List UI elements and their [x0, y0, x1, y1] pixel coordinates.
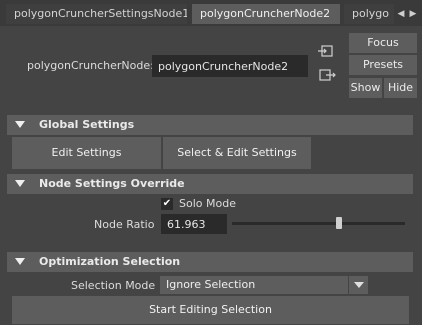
tab-truncated[interactable]: polygo [344, 4, 394, 24]
triangle-right-icon[interactable]: ▶ [408, 5, 418, 23]
hide-button[interactable]: Hide [384, 78, 417, 98]
collapse-triangle-icon [15, 121, 25, 128]
node-ratio-field[interactable] [161, 214, 227, 234]
node-label: polygonCruncherNode: [27, 59, 154, 72]
chevron-down-icon [348, 276, 368, 294]
selection-mode-value: Ignore Selection [166, 278, 256, 291]
triangle-left-icon[interactable]: ◀ [396, 5, 406, 23]
tab-cruncher-node[interactable]: polygonCruncherNode2 [192, 4, 340, 24]
collapse-triangle-icon [15, 180, 25, 187]
global-settings-header[interactable]: Global Settings [7, 115, 413, 135]
optimization-selection-header[interactable]: Optimization Selection [7, 252, 413, 272]
tab-bar: polygonCruncherSettingsNode1 polygonCrun… [0, 0, 422, 26]
section-title: Optimization Selection [39, 255, 181, 268]
select-edit-settings-button[interactable]: Select & Edit Settings [163, 137, 311, 169]
selection-mode-dropdown[interactable]: Ignore Selection [160, 276, 368, 294]
collapse-triangle-icon [15, 258, 25, 265]
selection-mode-label: Selection Mode [71, 279, 156, 292]
node-settings-override-header[interactable]: Node Settings Override [7, 174, 413, 194]
edit-settings-button[interactable]: Edit Settings [12, 137, 161, 169]
checkmark-icon: ✔ [162, 198, 172, 209]
focus-button[interactable]: Focus [349, 33, 417, 53]
presets-button[interactable]: Presets [349, 55, 417, 75]
tab-settings-node[interactable]: polygonCruncherSettingsNode1 [6, 4, 187, 24]
node-ratio-slider-track[interactable] [232, 222, 405, 225]
node-name-field[interactable] [152, 55, 308, 77]
section-title: Global Settings [39, 118, 135, 131]
input-connection-icon[interactable] [318, 44, 336, 58]
section-title: Node Settings Override [39, 177, 185, 190]
solo-mode-label: Solo Mode [179, 197, 236, 210]
tab-label: polygo [352, 7, 389, 20]
node-ratio-slider-handle[interactable] [336, 217, 343, 229]
show-button[interactable]: Show [349, 78, 382, 98]
node-ratio-label: Node Ratio [94, 218, 155, 231]
output-connection-icon[interactable] [318, 68, 336, 82]
tab-label: polygonCruncherSettingsNode1 [14, 7, 187, 20]
solo-mode-checkbox[interactable]: ✔ [161, 198, 173, 210]
start-editing-selection-button[interactable]: Start Editing Selection [12, 296, 409, 324]
tab-label: polygonCruncherNode2 [200, 7, 331, 20]
